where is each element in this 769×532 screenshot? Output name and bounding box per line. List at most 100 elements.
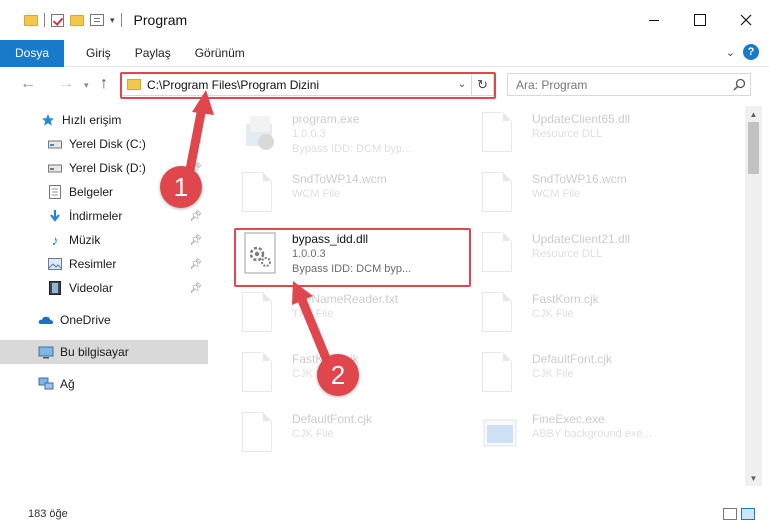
search-icon[interactable] [728, 78, 750, 91]
drive-icon [47, 161, 63, 175]
tab-giris[interactable]: Giriş [74, 40, 123, 67]
forward-arrow-icon[interactable]: → [58, 75, 74, 93]
back-arrow-icon[interactable]: ← [20, 75, 36, 93]
sidebar-item-local-disk-c[interactable]: Yerel Disk (C:) 📌︎ [0, 132, 208, 156]
pin-icon[interactable]: 📌︎ [189, 283, 202, 294]
minimize-button[interactable] [631, 0, 677, 40]
sidebar-item-music[interactable]: ♪ Müzik 📌︎ [0, 228, 208, 252]
sidebar-item-label: Müzik [69, 233, 101, 247]
file-item[interactable]: SndToWP14.wcm WCM File [230, 166, 460, 224]
network-icon [38, 377, 54, 391]
file-highlight-box [234, 228, 471, 287]
file-name: FineExec.exe [532, 412, 605, 426]
file-type: WCM File [532, 188, 581, 200]
sidebar-item-label: İndirmeler [69, 209, 123, 223]
cloud-icon [38, 313, 54, 327]
close-icon [740, 14, 752, 26]
separator [44, 13, 45, 27]
close-button[interactable] [723, 0, 769, 40]
file-type: CJK File [532, 308, 574, 320]
file-item[interactable]: UpdateClient65.dll Resource DLL [470, 106, 700, 164]
pin-icon[interactable]: 📌︎ [189, 235, 202, 246]
file-name: program.exe [292, 112, 360, 126]
star-icon [40, 113, 56, 127]
dll-file-icon [482, 112, 518, 158]
new-folder-icon[interactable] [70, 14, 84, 26]
file-version: 1.0.0.3 [292, 128, 326, 140]
navigation-bar: ← → ▾ ↑ C:\Program Files\Program Dizini … [0, 67, 769, 103]
scroll-thumb[interactable] [748, 122, 759, 174]
document-icon [482, 352, 518, 398]
pin-icon[interactable]: 📌︎ [189, 139, 202, 150]
file-type: CJK File [532, 368, 574, 380]
sidebar-item-videos[interactable]: Videolar 📌︎ [0, 276, 208, 300]
tab-paylas[interactable]: Paylaş [123, 40, 183, 67]
file-item[interactable]: DefaultFont.cjk CJK File [230, 406, 460, 464]
navigation-pane: Hızlı erişim Yerel Disk (C:) 📌︎ Yerel Di… [0, 106, 210, 486]
file-item[interactable]: FastKorn.cjk CJK File [470, 286, 700, 344]
scroll-up-icon[interactable]: ▲ [745, 106, 762, 122]
file-type: CJK File [292, 428, 334, 440]
separator [120, 13, 122, 27]
file-type: ABBY background exe... [532, 428, 652, 440]
sidebar-item-quick-access[interactable]: Hızlı erişim [0, 108, 208, 132]
recent-locations-icon[interactable]: ▾ [84, 80, 89, 91]
callout-badge-1: 1 [160, 166, 202, 208]
pictures-icon [47, 257, 63, 271]
download-icon [47, 209, 63, 223]
sidebar-item-this-pc[interactable]: Bu bilgisayar [0, 340, 208, 364]
file-item[interactable]: FileNameReader.txt TXT File [230, 286, 460, 344]
details-view-icon[interactable] [723, 508, 737, 520]
pin-icon[interactable]: 📌︎ [189, 259, 202, 270]
search-placeholder: Ara: Program [516, 77, 588, 92]
sidebar-item-label: Yerel Disk (D:) [69, 161, 146, 175]
file-type: TXT File [292, 308, 334, 320]
address-highlight-box [120, 72, 496, 99]
sidebar-item-label: Ağ [60, 377, 75, 391]
sidebar-item-label: Resimler [69, 257, 117, 271]
rename-icon[interactable] [90, 14, 104, 26]
help-icon[interactable]: ? [743, 44, 759, 60]
pin-icon[interactable]: 📌︎ [189, 211, 202, 222]
file-item[interactable]: DefaultFont.cjk CJK File [470, 346, 700, 404]
up-arrow-icon[interactable]: ↑ [100, 75, 108, 93]
sidebar-item-pictures[interactable]: Resimler 📌︎ [0, 252, 208, 276]
file-item[interactable]: FineExec.exe ABBY background exe... [470, 406, 700, 464]
tab-gorunum[interactable]: Görünüm [183, 40, 257, 67]
tab-dosya[interactable]: Dosya [0, 39, 65, 67]
file-item[interactable]: program.exe 1.0.0.3 Bypass IDD: DCM byp.… [230, 106, 460, 164]
sidebar-item-label: Hızlı erişim [62, 113, 122, 127]
document-icon [242, 352, 278, 398]
folder-icon[interactable] [24, 14, 38, 26]
file-name: DefaultFont.cjk [292, 412, 373, 426]
file-item[interactable]: UpdateClient21.dll Resource DLL [470, 226, 700, 284]
file-name: UpdateClient21.dll [532, 232, 631, 246]
document-icon [242, 172, 278, 218]
sidebar-item-onedrive[interactable]: OneDrive [0, 308, 208, 332]
scroll-down-icon[interactable]: ▼ [745, 470, 762, 486]
exe-file-icon [242, 112, 278, 158]
callout-badge-2: 2 [317, 354, 359, 396]
sidebar-item-network[interactable]: Ağ [0, 372, 208, 396]
document-icon [482, 292, 518, 338]
file-item[interactable]: SndToWP16.wcm WCM File [470, 166, 700, 224]
expand-ribbon-icon[interactable]: ⌄ [726, 46, 735, 59]
item-count: 183 öğe [28, 508, 68, 520]
maximize-button[interactable] [677, 0, 723, 40]
file-type: Resource DLL [532, 248, 603, 260]
document-icon [482, 172, 518, 218]
status-bar: 183 öğe [0, 496, 769, 532]
documents-icon [47, 185, 63, 199]
ribbon-tabs: Dosya Giriş Paylaş Görünüm ⌄ ? [0, 39, 769, 67]
file-name: FastKorn.cjk [532, 292, 599, 306]
exe-file-icon [482, 412, 518, 458]
file-name: SndToWP16.wcm [532, 172, 627, 186]
sidebar-item-label: OneDrive [60, 313, 111, 327]
search-input[interactable]: Ara: Program [507, 73, 751, 96]
vertical-scrollbar[interactable]: ▲ ▼ [745, 106, 762, 486]
properties-check-icon[interactable] [51, 13, 64, 27]
music-icon: ♪ [51, 232, 59, 248]
dll-file-icon [482, 232, 518, 278]
large-icons-view-icon[interactable] [741, 508, 755, 520]
chevron-down-icon[interactable]: ▾ [110, 15, 115, 26]
